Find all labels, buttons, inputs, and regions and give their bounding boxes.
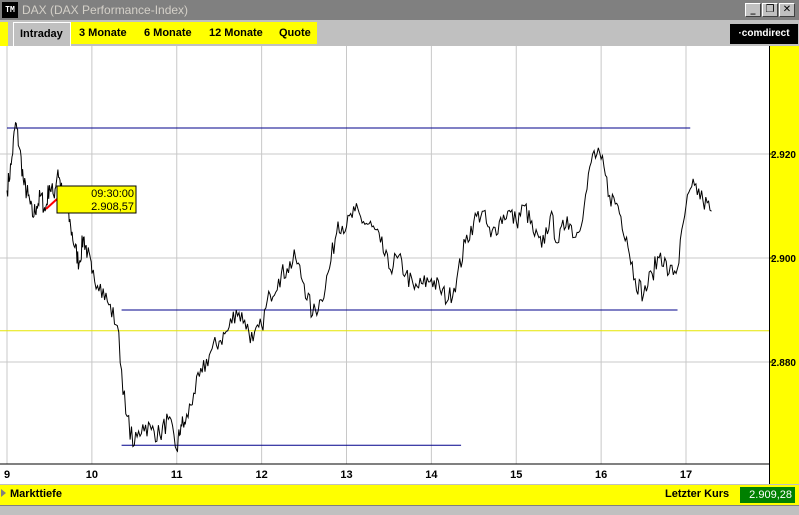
tooltip-value: 2.908,57 — [91, 201, 134, 213]
markttiefe-button[interactable]: Markttiefe — [10, 488, 62, 500]
y-tick-label: 2.880 — [771, 358, 796, 369]
x-tick-label: 17 — [680, 469, 692, 481]
window-title: DAX (DAX Performance-Index) — [22, 3, 189, 17]
x-tick-label: 12 — [256, 469, 268, 481]
tab-12-monate[interactable]: 12 Monate — [209, 22, 263, 44]
tab-6-monate[interactable]: 6 Monate — [144, 22, 192, 44]
close-button[interactable]: ✕ — [779, 3, 795, 17]
last-price-value: 2.909,28 — [740, 487, 795, 503]
status-bar: Markttiefe Letzter Kurs 2.909,28 — [0, 485, 799, 505]
series-line — [6, 121, 712, 453]
intraday-chart: 9 10 11 12 13 14 15 16 17 2.920 2.900 2.880 09:30:… — [0, 46, 796, 481]
restore-button[interactable]: ❐ — [762, 3, 778, 17]
tab-bar-accent — [0, 22, 8, 46]
y-tick-label: 2.920 — [771, 150, 796, 161]
x-tick-label: 13 — [340, 469, 352, 481]
minimize-button[interactable]: _ — [745, 3, 761, 17]
chart-area[interactable]: 9 10 11 12 13 14 15 16 17 2.920 2.900 2.880 09:30:… — [0, 46, 799, 484]
tooltip: 09:30:00 2.908,57 — [45, 185, 137, 214]
last-price-label: Letzter Kurs — [665, 488, 730, 500]
title-bar: TM DAX (DAX Performance-Index) _ ❐ ✕ — [0, 0, 799, 20]
bottom-strip — [0, 505, 799, 515]
expand-arrow-icon[interactable] — [1, 489, 6, 497]
tab-3-monate[interactable]: 3 Monate — [79, 22, 127, 44]
x-tick-label: 9 — [4, 469, 10, 481]
x-tick-label: 15 — [510, 469, 522, 481]
x-tick-label: 16 — [595, 469, 607, 481]
comdirect-logo: ·comdirect — [730, 24, 798, 44]
app-icon: TM — [2, 2, 18, 18]
tooltip-time: 09:30:00 — [91, 188, 134, 200]
x-tick-label: 10 — [86, 469, 98, 481]
x-tick-label: 11 — [171, 469, 183, 481]
y-tick-label: 2.900 — [771, 254, 796, 265]
tab-intraday[interactable]: Intraday — [13, 22, 71, 46]
x-tick-label: 14 — [425, 469, 438, 481]
tab-quote[interactable]: Quote — [279, 22, 311, 44]
tab-group: 3 Monate 6 Monate 12 Monate Quote — [71, 22, 317, 44]
